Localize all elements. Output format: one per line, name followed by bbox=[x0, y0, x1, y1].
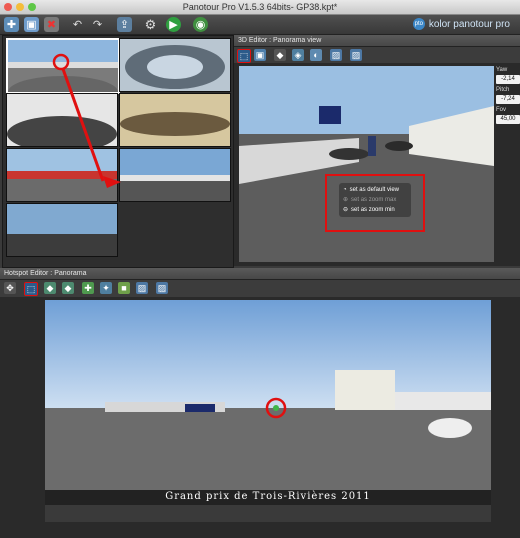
pitch-field[interactable]: -7,24 bbox=[496, 95, 520, 104]
settings-icon[interactable]: ⚙ bbox=[143, 17, 158, 32]
yaw-label: Yaw bbox=[496, 67, 508, 73]
export-icon[interactable]: ⇪ bbox=[117, 17, 132, 32]
add-polygon-icon[interactable]: ◆ bbox=[274, 49, 286, 61]
add-point-icon[interactable]: ◈ bbox=[292, 49, 304, 61]
new-project-icon[interactable]: ✚ bbox=[4, 17, 19, 32]
pitch-label: Pitch bbox=[496, 87, 510, 93]
view-parameters: Yaw -2,14 Pitch -7,24 Fov 45,00 bbox=[496, 66, 520, 126]
undo-icon[interactable]: ↶ bbox=[70, 17, 85, 32]
panorama-caption: Grand prix de Trois-Rivières 2011 bbox=[165, 491, 371, 502]
brand-name: kolor panotour pro bbox=[428, 18, 510, 30]
brand-logo: pto kolor panotour pro bbox=[412, 18, 510, 30]
3d-editor-title: 3D Editor : Panorama view bbox=[234, 35, 520, 47]
menu-item-zoom-max[interactable]: ⊕ set as zoom max bbox=[339, 195, 411, 205]
zoom-out-icon: ⊖ bbox=[343, 207, 349, 213]
zoom-in-icon: ⊕ bbox=[343, 197, 349, 203]
add-link-icon[interactable]: ✦ bbox=[100, 282, 112, 294]
hotspot-editor-panel: Hotspot Editor : Panorama ✥ ⬚ ◆ ◆ ✚ ✦ ■ … bbox=[0, 268, 520, 538]
menu-item-zoom-min[interactable]: ⊖ set as zoom min bbox=[339, 205, 411, 215]
add-point-hotspot-icon[interactable]: ◆ bbox=[62, 282, 74, 294]
image-icon[interactable]: ▨ bbox=[136, 282, 148, 294]
equirectangular-panorama[interactable]: Grand prix de Trois-Rivières 2011 bbox=[45, 300, 491, 522]
layer-icon[interactable]: ■ bbox=[118, 282, 130, 294]
kolor-logo-icon: pto bbox=[412, 18, 425, 30]
add-polygon-hotspot-icon[interactable]: ◆ bbox=[44, 282, 56, 294]
fullscreen-icon[interactable]: ▣ bbox=[254, 49, 266, 61]
view-icon: ◔ bbox=[343, 187, 347, 193]
main-toolbar: ✚ ▣ ✖ ↶ ↷ ⇪ ⚙ ▶ ◉ pto kolor panotour pro bbox=[0, 15, 520, 35]
3d-editor-toolbar: ⬚ ▣ ◆ ◈ ◐ ▨ ▨ bbox=[234, 47, 520, 63]
preview-icon[interactable]: ◉ bbox=[193, 17, 208, 32]
panorama-thumbnails-panel bbox=[2, 35, 234, 268]
add-spot-icon[interactable]: ✚ bbox=[82, 282, 94, 294]
image-settings-icon[interactable]: ▨ bbox=[156, 282, 168, 294]
yaw-field[interactable]: -2,14 bbox=[496, 75, 520, 84]
fov-field[interactable]: 45,00 bbox=[496, 115, 520, 124]
select-hotspot-icon[interactable]: ⬚ bbox=[237, 49, 251, 63]
image-settings-icon[interactable]: ▨ bbox=[350, 49, 362, 61]
fov-label: Fov bbox=[496, 107, 507, 113]
view-icon[interactable]: ◐ bbox=[310, 49, 322, 61]
image-icon[interactable]: ▨ bbox=[330, 49, 342, 61]
build-icon[interactable]: ▶ bbox=[166, 17, 181, 32]
navigate-icon[interactable]: ✥ bbox=[4, 282, 16, 294]
select-hotspot-icon[interactable]: ⬚ bbox=[24, 282, 38, 296]
hotspot-editor-title: Hotspot Editor : Panorama bbox=[0, 268, 520, 280]
window-title: Panotour Pro V1.5.3 64bits- GP38.kpt* bbox=[182, 2, 338, 12]
hotspot-editor-toolbar: ✥ ⬚ ◆ ◆ ✚ ✦ ■ ▨ ▨ bbox=[0, 280, 520, 297]
title-bar: Panotour Pro V1.5.3 64bits- GP38.kpt* bbox=[0, 0, 520, 15]
redo-icon[interactable]: ↷ bbox=[90, 17, 105, 32]
save-icon[interactable]: ▣ bbox=[24, 17, 39, 32]
3d-panorama-view[interactable]: ◔ set as default view ⊕ set as zoom max ⊖ s… bbox=[239, 66, 494, 262]
menu-item-default-view[interactable]: ◔ set as default view bbox=[339, 185, 411, 195]
annotation-arrow bbox=[52, 53, 121, 188]
close-project-icon[interactable]: ✖ bbox=[44, 17, 59, 32]
view-context-menu: ◔ set as default view ⊕ set as zoom max ⊖ s… bbox=[339, 183, 411, 217]
3d-editor-panel: 3D Editor : Panorama view ⬚ ▣ ◆ ◈ ◐ ▨ ▨ … bbox=[234, 35, 520, 266]
